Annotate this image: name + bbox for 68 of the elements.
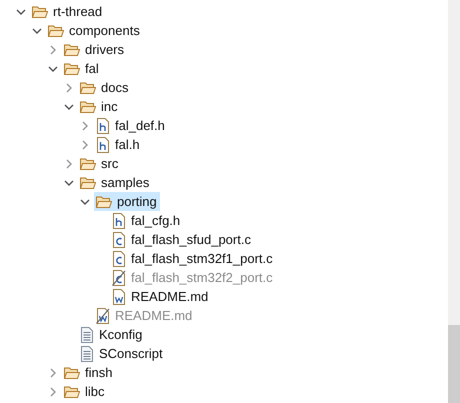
tree-item[interactable]: drivers — [62, 40, 128, 59]
chevron-icon[interactable] — [48, 64, 58, 74]
tree-item[interactable]: docs — [78, 78, 132, 97]
tree-item[interactable]: rt-thread — [30, 2, 106, 21]
item-label: finsh — [85, 365, 112, 380]
document-file-icon — [112, 288, 126, 304]
chevron-icon[interactable] — [64, 178, 74, 188]
item-label: components — [69, 23, 140, 38]
item-label: SConscript — [99, 346, 163, 361]
item-label: docs — [101, 80, 128, 95]
folder-icon — [32, 4, 48, 18]
item-label: README.md — [115, 308, 192, 323]
folder-icon — [48, 24, 64, 38]
item-label: fal_def.h — [115, 118, 165, 133]
tree-item[interactable]: inc — [78, 97, 121, 116]
item-label: samples — [101, 175, 150, 190]
item-label: inc — [101, 99, 118, 114]
chevron-icon[interactable] — [80, 196, 90, 206]
item-label: drivers — [85, 42, 124, 57]
tree-item[interactable]: fal_flash_stm32f1_port.c — [110, 249, 276, 268]
tree-item[interactable]: finsh — [62, 363, 116, 382]
header-file-icon — [96, 118, 110, 134]
tree-item[interactable]: src — [78, 154, 122, 173]
item-label: libc — [85, 384, 105, 399]
document-file-icon — [96, 308, 110, 324]
tree-item[interactable]: fal_def.h — [94, 116, 168, 135]
header-file-icon — [112, 212, 126, 228]
header-file-icon — [96, 136, 110, 152]
text-file-icon — [80, 346, 94, 362]
source-file-icon — [112, 270, 126, 286]
folder-icon — [80, 176, 96, 190]
folder-icon — [96, 194, 112, 208]
source-file-icon — [112, 250, 126, 266]
tree-item[interactable]: Kconfig — [78, 325, 146, 344]
chevron-icon[interactable] — [32, 26, 42, 36]
item-label: fal_cfg.h — [131, 213, 180, 228]
chevron-icon[interactable] — [64, 102, 74, 112]
folder-icon — [64, 366, 80, 380]
item-label: Kconfig — [99, 327, 142, 342]
item-label: fal_flash_stm32f2_port.c — [131, 270, 273, 285]
tree-item[interactable]: libc — [62, 382, 108, 401]
item-label: README.md — [131, 289, 208, 304]
tree-item[interactable]: fal.h — [94, 135, 143, 154]
folder-icon — [64, 62, 80, 76]
item-label: rt-thread — [53, 4, 102, 19]
tree-item[interactable]: components — [46, 21, 143, 40]
item-label: porting — [117, 194, 157, 209]
scrollbar-thumb[interactable] — [448, 325, 460, 403]
item-label: fal — [85, 61, 99, 76]
tree-item[interactable]: README.md — [110, 287, 212, 306]
folder-icon — [64, 42, 80, 56]
item-label: fal_flash_stm32f1_port.c — [131, 251, 273, 266]
item-label: fal.h — [115, 137, 140, 152]
folder-icon — [80, 156, 96, 170]
item-label: src — [101, 156, 118, 171]
item-label: fal_flash_sfud_port.c — [131, 232, 251, 247]
folder-icon — [80, 80, 96, 94]
tree-item[interactable]: porting — [94, 192, 160, 211]
text-file-icon — [80, 326, 94, 342]
chevron-icon[interactable] — [16, 6, 26, 16]
tree-item[interactable]: samples — [78, 173, 152, 192]
tree-item[interactable]: fal_flash_sfud_port.c — [110, 230, 254, 249]
tree-item[interactable]: fal — [62, 59, 102, 78]
folder-icon — [80, 100, 96, 114]
source-file-icon — [112, 232, 126, 248]
tree-item[interactable]: fal_cfg.h — [110, 211, 184, 230]
folder-icon — [64, 384, 80, 398]
tree-item[interactable]: SConscript — [78, 344, 166, 363]
